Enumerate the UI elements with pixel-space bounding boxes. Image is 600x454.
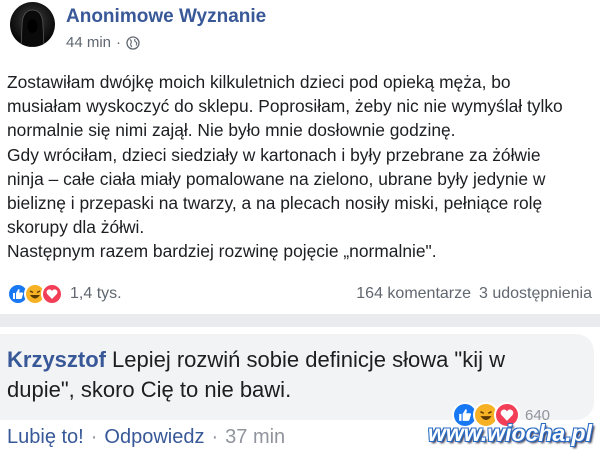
meta-separator: · xyxy=(116,34,122,51)
globe-icon xyxy=(126,35,140,50)
post-line: ninja – całe ciała miały pomalowane na z… xyxy=(7,168,546,189)
reactions-count: 1,4 tys. xyxy=(70,285,122,302)
post-meta: 44 min · xyxy=(66,34,140,51)
post-stats: 164 komentarze 3 udostępnienia xyxy=(356,285,592,303)
post-body: Zostawiłam dwójkę moich kilkuletnich dzi… xyxy=(7,70,600,264)
hooded-figure-icon xyxy=(20,9,45,47)
comment-reply-link[interactable]: Odpowiedz xyxy=(104,426,204,449)
action-separator: · xyxy=(90,426,98,448)
post-line: Następnym razem bardziej rozwinę pojęcie… xyxy=(7,241,437,262)
post-reactions[interactable]: 1,4 tys. xyxy=(7,283,122,305)
post-line: Zostawiłam dwójkę moich kilkuletnich dzi… xyxy=(7,72,511,92)
comment-actions: Lubię to! · Odpowiedz · 37 min xyxy=(7,426,285,449)
post-line: bieliznę i przepaski na twarzy, a na ple… xyxy=(7,193,543,214)
post-line: Gdy wróciłam, dzieci siedziały w kartona… xyxy=(7,144,541,165)
shares-count-link[interactable]: 3 udostępnienia xyxy=(479,285,592,303)
post-timestamp[interactable]: 44 min xyxy=(66,34,111,51)
comments-count-link[interactable]: 164 komentarze xyxy=(356,285,471,303)
page-avatar[interactable] xyxy=(10,2,55,47)
site-watermark: www.wiocha.pl xyxy=(428,420,592,446)
love-icon xyxy=(41,283,63,305)
action-separator: · xyxy=(211,426,219,448)
post-line: normalnie się nimi zajął. Nie było mnie … xyxy=(7,120,456,141)
post-author-name[interactable]: Anonimowe Wyznanie xyxy=(66,6,266,28)
post-line: musiałam wyskoczyć do sklepu. Poprosiłam… xyxy=(7,96,563,117)
comment-timestamp[interactable]: 37 min xyxy=(225,426,285,449)
comment-body: Krzysztof Lepiej rozwiń sobie definicje s… xyxy=(7,345,567,405)
section-divider xyxy=(0,314,600,327)
post-line: skorupy dla żółwi. xyxy=(7,217,145,238)
post-card: Anonimowe Wyznanie 44 min · Zostawiłam d… xyxy=(0,0,600,314)
comment-author-name[interactable]: Krzysztof xyxy=(7,347,106,372)
comment-like-link[interactable]: Lubię to! xyxy=(7,426,84,449)
